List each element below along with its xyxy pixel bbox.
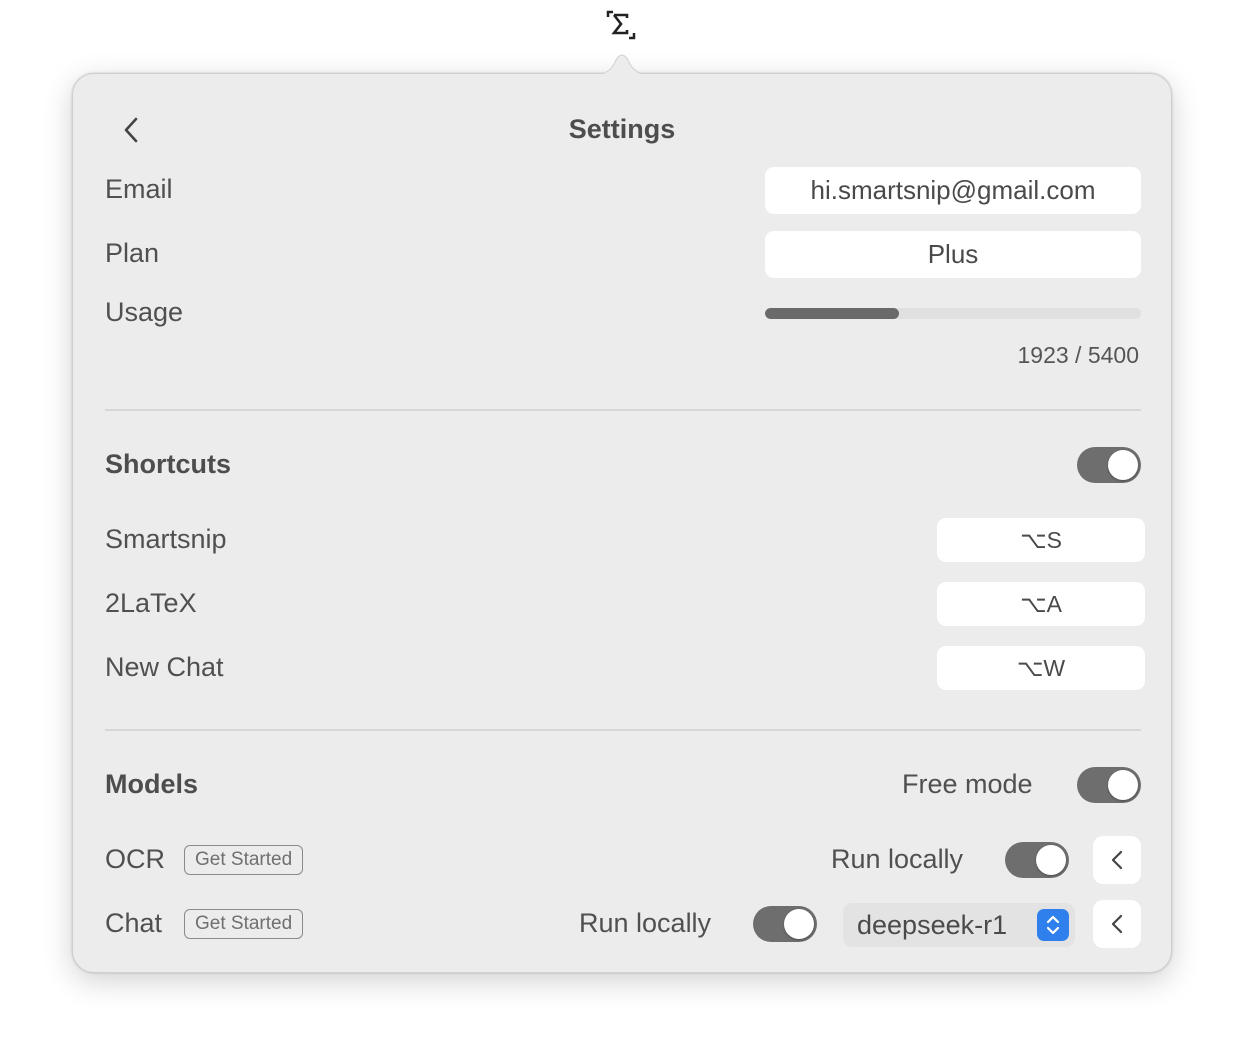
- chat-get-started-button[interactable]: Get Started: [184, 909, 304, 939]
- toggle-knob: [1036, 845, 1066, 875]
- shortcuts-title: Shortcuts: [105, 449, 232, 479]
- free-mode-label: Free mode: [902, 769, 1033, 799]
- shortcuts-toggle[interactable]: [1077, 447, 1141, 483]
- usage-progress-fill: [765, 308, 899, 319]
- divider: [105, 729, 1141, 731]
- ocr-label: OCR: [105, 844, 165, 874]
- ocr-run-locally-toggle[interactable]: [1005, 842, 1069, 878]
- chat-expand-button[interactable]: [1093, 900, 1141, 948]
- chat-model-select[interactable]: deepseek-r1: [843, 903, 1075, 947]
- toggle-knob: [1108, 770, 1138, 800]
- email-field[interactable]: hi.smartsnip@gmail.com: [765, 167, 1141, 214]
- usage-label: Usage: [105, 297, 184, 327]
- settings-popover: Settings Email hi.smartsnip@gmail.com Pl…: [72, 73, 1172, 973]
- chevron-left-icon: [1111, 914, 1123, 934]
- plan-label: Plan: [105, 238, 160, 268]
- popover-arrow: [594, 54, 650, 76]
- ocr-expand-button[interactable]: [1093, 836, 1141, 884]
- usage-progress-bar: [765, 308, 1141, 319]
- sigma-bracket-icon[interactable]: [605, 8, 637, 42]
- chat-model-value: deepseek-r1: [857, 909, 1008, 940]
- shortcut-field-new-chat[interactable]: ⌥W: [937, 646, 1145, 690]
- models-title: Models: [105, 769, 199, 799]
- shortcut-field-smartsnip[interactable]: ⌥S: [937, 518, 1145, 562]
- usage-count: 1923 / 5400: [1017, 342, 1139, 368]
- toggle-knob: [784, 909, 814, 939]
- toggle-knob: [1108, 450, 1138, 480]
- plan-field: Plus: [765, 231, 1141, 278]
- ocr-get-started-button[interactable]: Get Started: [184, 845, 304, 875]
- divider: [105, 409, 1141, 411]
- free-mode-toggle[interactable]: [1077, 767, 1141, 803]
- chevron-left-icon: [1111, 850, 1123, 870]
- chat-run-locally-label: Run locally: [579, 908, 712, 938]
- page-title: Settings: [568, 114, 676, 144]
- email-label: Email: [105, 174, 173, 204]
- shortcut-label-smartsnip: Smartsnip: [105, 524, 227, 554]
- chat-label: Chat: [105, 908, 163, 938]
- shortcut-field-2latex[interactable]: ⌥A: [937, 582, 1145, 626]
- shortcut-label-new-chat: New Chat: [105, 652, 224, 682]
- chat-run-locally-toggle[interactable]: [753, 906, 817, 942]
- ocr-run-locally-label: Run locally: [831, 844, 964, 874]
- up-down-chevron-icon: [1037, 909, 1069, 941]
- shortcut-label-2latex: 2LaTeX: [105, 588, 197, 618]
